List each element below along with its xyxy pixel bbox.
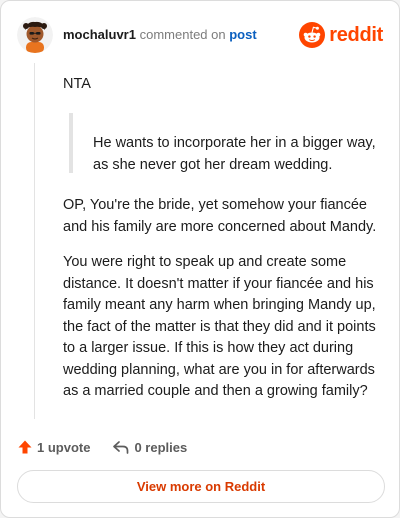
- comment-actions: 1 upvote 0 replies: [17, 435, 187, 459]
- comment-header: mochaluvr1 commented on post reddit: [17, 17, 383, 53]
- reply-icon: [113, 441, 129, 454]
- upvote-button[interactable]: 1 upvote: [17, 439, 90, 455]
- username-link[interactable]: mochaluvr1: [63, 27, 136, 42]
- comment-embed-card: mochaluvr1 commented on post reddit NTA …: [0, 0, 400, 518]
- upvote-arrow-icon: [18, 440, 32, 454]
- view-more-button[interactable]: View more on Reddit: [17, 470, 385, 503]
- quote-text: He wants to incorporate her in a bigger …: [93, 135, 376, 173]
- reply-button[interactable]: 0 replies: [112, 439, 187, 455]
- post-link[interactable]: post: [229, 27, 256, 42]
- upvote-count: 1 upvote: [37, 439, 91, 455]
- comment-paragraph-1: NTA: [63, 76, 91, 92]
- thread-line: [34, 63, 35, 419]
- reddit-brand[interactable]: reddit: [299, 20, 383, 50]
- reddit-logo-icon: [299, 22, 326, 48]
- avatar[interactable]: [17, 17, 53, 53]
- comment-paragraph-3: You were right to speak up and create so…: [63, 254, 376, 399]
- reply-count: 0 replies: [134, 439, 188, 455]
- brand-wordmark: reddit: [329, 23, 383, 46]
- action-text: commented on: [139, 27, 226, 42]
- comment-meta: mochaluvr1 commented on post: [63, 27, 257, 42]
- blockquote: He wants to incorporate her in a bigger …: [69, 113, 379, 173]
- comment-paragraph-2: OP, You're the bride, yet somehow your f…: [63, 197, 377, 235]
